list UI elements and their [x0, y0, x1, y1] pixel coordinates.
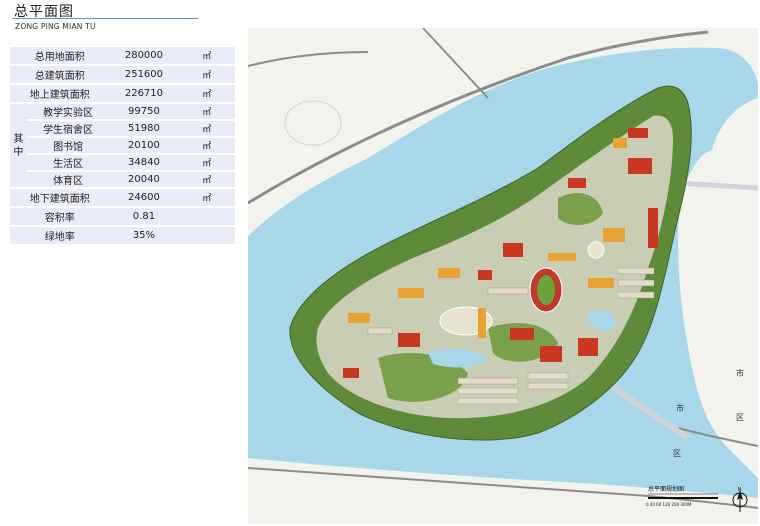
- building: [478, 270, 492, 280]
- city-label: 区: [736, 413, 744, 422]
- building: [503, 243, 523, 257]
- building: [398, 288, 424, 298]
- building: [617, 291, 655, 299]
- table-row: 地下建筑面积 24600 ㎡: [10, 189, 235, 206]
- building: [478, 308, 486, 338]
- building: [367, 327, 393, 335]
- building: [613, 138, 627, 148]
- building: [548, 253, 576, 261]
- building: [628, 128, 648, 138]
- row-value: 0.81: [109, 208, 179, 225]
- table-row: 总建筑面积 251600 ㎡: [10, 66, 235, 83]
- building: [603, 228, 625, 242]
- table-row: 体育区 20040 ㎡: [10, 172, 235, 187]
- row-unit: [178, 208, 235, 225]
- city-label: 市: [676, 403, 684, 413]
- city-label: 市: [736, 368, 744, 378]
- building: [628, 158, 652, 174]
- building: [510, 328, 534, 340]
- row-label: 容积率: [10, 208, 110, 225]
- row-unit: ㎡: [178, 189, 235, 206]
- table-row: 地上建筑面积 226710 ㎡: [10, 85, 235, 102]
- building: [588, 278, 614, 288]
- table-row: 容积率 0.81: [10, 208, 235, 225]
- row-value: 280000: [109, 47, 179, 64]
- building: [457, 377, 519, 385]
- building: [398, 333, 420, 347]
- row-label: 教学实验区: [26, 104, 110, 119]
- plan-title: 总平面规划图: [648, 485, 684, 493]
- table-row: 其中 教学实验区 99750 ㎡: [10, 104, 235, 187]
- row-unit: ㎡: [178, 138, 235, 153]
- row-value: 226710: [109, 85, 179, 102]
- row-unit: ㎡: [178, 85, 235, 102]
- scale-text: 0 20 60 120 200 300M: [646, 502, 692, 507]
- building: [438, 268, 460, 278]
- row-value: 251600: [109, 66, 179, 83]
- row-value: 51980: [109, 121, 179, 136]
- row-unit: ㎡: [178, 172, 235, 187]
- building: [527, 372, 569, 380]
- building: [578, 338, 598, 356]
- row-value: 20040: [109, 172, 179, 187]
- row-value: 20100: [109, 138, 179, 153]
- row-label: 体育区: [26, 172, 110, 187]
- building: [648, 208, 658, 248]
- building: [348, 313, 370, 323]
- row-label: 生活区: [26, 155, 110, 170]
- row-unit: ㎡: [178, 47, 235, 64]
- row-unit: ㎡: [178, 155, 235, 170]
- row-value: 35%: [109, 227, 179, 244]
- row-unit: ㎡: [178, 121, 235, 136]
- row-label: 学生宿舍区: [26, 121, 110, 136]
- building: [540, 346, 562, 362]
- table-row: 总用地面积 280000 ㎡: [10, 47, 235, 64]
- row-label: 绿地率: [10, 227, 110, 244]
- row-unit: ㎡: [178, 104, 235, 119]
- row-label: 图书馆: [26, 138, 110, 153]
- plaza-circle: [587, 241, 605, 259]
- track-field: [537, 275, 555, 305]
- building: [343, 368, 359, 378]
- building: [617, 267, 655, 275]
- building: [568, 178, 586, 188]
- row-value: 34840: [109, 155, 179, 170]
- building: [457, 387, 519, 395]
- row-value: 24600: [109, 189, 179, 206]
- row-label: 总建筑面积: [10, 66, 110, 83]
- table-row: 绿地率 35%: [10, 227, 235, 244]
- row-label: 地下建筑面积: [10, 189, 110, 206]
- table-row: 图书馆 20100 ㎡: [10, 138, 235, 153]
- site-plan-map: 市 区 市 区 总平面规划图 0 20 60 120 200 300M N: [248, 28, 758, 524]
- scale-bar: [648, 497, 718, 499]
- building: [457, 397, 519, 405]
- row-label: 地上建筑面积: [10, 85, 110, 102]
- site-plan-svg: 市 区 市 区 总平面规划图 0 20 60 120 200 300M N: [248, 28, 758, 524]
- table-row: 生活区 34840 ㎡: [10, 155, 235, 170]
- group-label-text: 其中: [13, 133, 24, 158]
- building: [487, 287, 529, 295]
- row-unit: [178, 227, 235, 244]
- title-divider: [12, 18, 198, 19]
- building: [527, 382, 569, 390]
- group-label: 其中: [10, 104, 27, 187]
- building: [617, 279, 655, 287]
- north-label: N: [738, 487, 742, 493]
- statistics-table: 总用地面积 280000 ㎡ 总建筑面积 251600 ㎡ 地上建筑面积 226…: [10, 45, 235, 246]
- page-subtitle: ZONG PING MIAN TU: [15, 22, 96, 31]
- city-label: 区: [673, 449, 681, 458]
- row-label: 总用地面积: [10, 47, 110, 64]
- row-unit: ㎡: [178, 66, 235, 83]
- row-value: 99750: [109, 104, 179, 119]
- table-row: 学生宿舍区 51980 ㎡: [10, 121, 235, 136]
